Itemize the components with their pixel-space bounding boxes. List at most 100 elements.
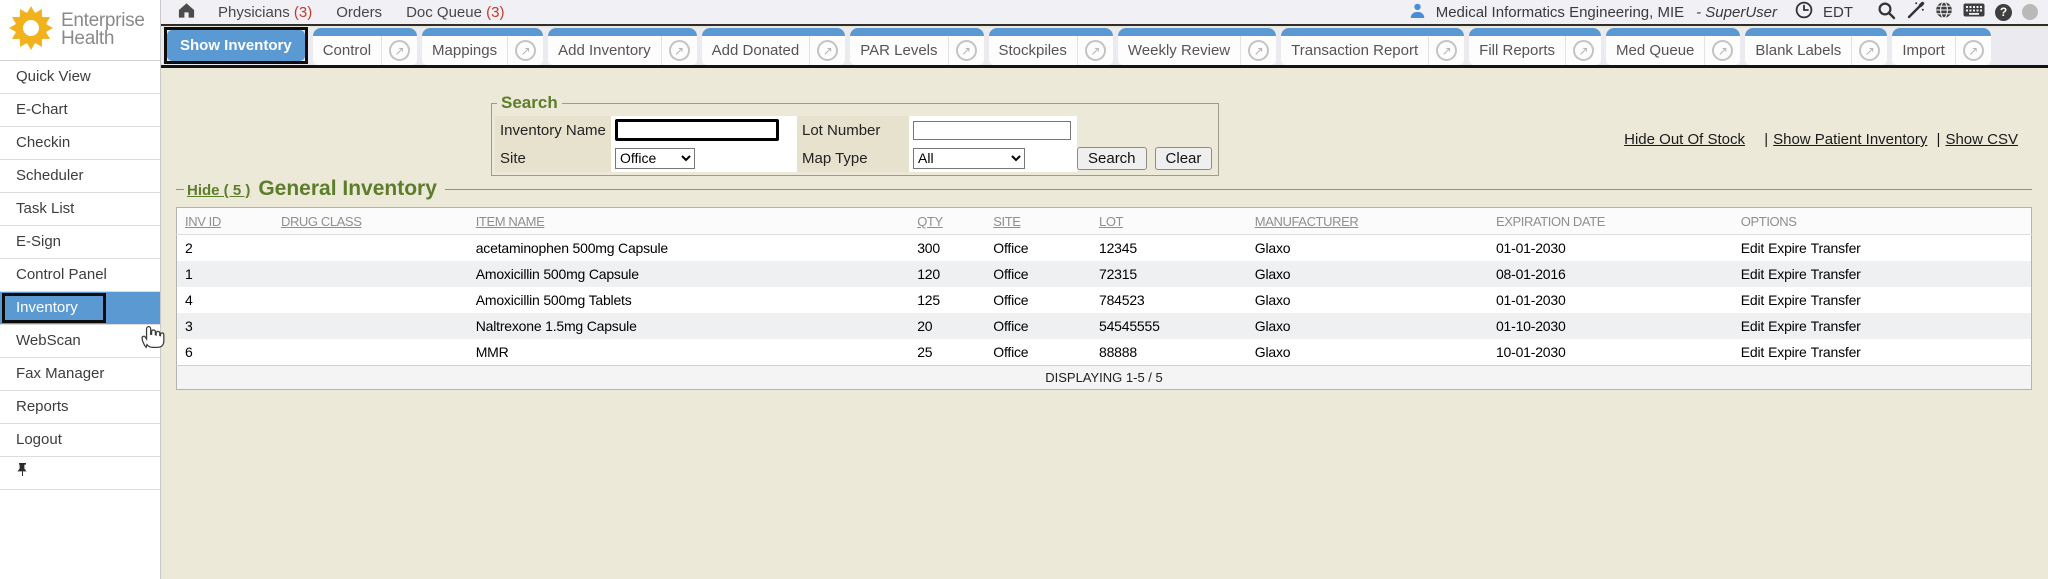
sidebar-item-inventory[interactable]: Inventory (0, 292, 160, 325)
help-icon[interactable] (1995, 4, 2012, 21)
sidebar-item-fax-manager[interactable]: Fax Manager (0, 358, 160, 391)
tab-label: Add Inventory (548, 42, 661, 59)
tab-help-button[interactable] (1240, 36, 1276, 65)
tab-mappings[interactable]: Mappings (422, 28, 543, 65)
tab-help-button[interactable] (1851, 36, 1887, 65)
edit-link[interactable]: Edit (1741, 240, 1764, 256)
hide-section-link[interactable]: Hide ( 5 ) (187, 182, 250, 199)
cell-item-name: acetaminophen 500mg Capsule (468, 235, 909, 262)
transfer-link[interactable]: Transfer (1811, 344, 1861, 360)
clear-button[interactable]: Clear (1155, 147, 1213, 170)
sidebar-item-e-sign[interactable]: E-Sign (0, 226, 160, 259)
nav-doc-queue[interactable]: Doc Queue (3) (406, 4, 504, 21)
home-icon[interactable] (177, 1, 196, 24)
tab-stockpiles[interactable]: Stockpiles (989, 28, 1113, 65)
tab-label: Import (1892, 42, 1955, 59)
inventory-name-input[interactable] (615, 119, 779, 141)
search-icon[interactable] (1877, 1, 1896, 24)
timezone-label[interactable]: EDT (1823, 4, 1853, 21)
edit-link[interactable]: Edit (1741, 292, 1764, 308)
tab-add-donated[interactable]: Add Donated (702, 28, 846, 65)
cell-lot: 72315 (1091, 261, 1247, 287)
wand-icon[interactable] (1906, 1, 1925, 24)
sidebar-item-e-chart[interactable]: E-Chart (0, 94, 160, 127)
cell-site: Office (985, 235, 1091, 262)
expire-link[interactable]: Expire (1768, 318, 1806, 334)
col-lot[interactable]: LOT (1091, 208, 1247, 235)
cell-lot: 784523 (1091, 287, 1247, 313)
tab-help-button[interactable] (1704, 36, 1740, 65)
cell-qty: 25 (909, 339, 985, 366)
tab-import[interactable]: Import (1892, 28, 1991, 65)
general-inventory-section: Hide ( 5 ) General Inventory INV ID DRUG… (176, 177, 2032, 390)
show-csv-link[interactable]: Show CSV (1945, 131, 2018, 148)
col-manufacturer[interactable]: MANUFACTURER (1247, 208, 1488, 235)
tab-transaction-report[interactable]: Transaction Report (1281, 28, 1464, 65)
sidebar-item-webscan[interactable]: WebScan (0, 325, 160, 358)
tab-help-button[interactable] (1565, 36, 1601, 65)
tab-help-button[interactable] (809, 36, 845, 65)
transfer-link[interactable]: Transfer (1811, 292, 1861, 308)
col-drug-class[interactable]: DRUG CLASS (273, 208, 468, 235)
tab-cap (1892, 28, 1991, 36)
lot-number-input[interactable] (913, 121, 1071, 140)
current-user[interactable]: Medical Informatics Engineering, MIE (1436, 4, 1684, 21)
tab-cap (1745, 28, 1887, 36)
user-role: - SuperUser (1696, 4, 1777, 21)
tab-help-button[interactable] (1428, 36, 1464, 65)
clock-icon[interactable] (1795, 1, 1813, 23)
map-type-select[interactable]: All (913, 148, 1025, 169)
search-button[interactable]: Search (1077, 147, 1147, 170)
tab-help-button[interactable] (948, 36, 984, 65)
col-qty[interactable]: QTY (909, 208, 985, 235)
tab-show-inventory[interactable]: Show Inventory (167, 30, 305, 61)
tab-label: Fill Reports (1469, 42, 1565, 59)
hide-out-of-stock-link[interactable]: Hide Out Of Stock (1624, 131, 1745, 148)
site-select[interactable]: Office (615, 148, 695, 169)
tab-weekly-review[interactable]: Weekly Review (1118, 28, 1276, 65)
expire-link[interactable]: Expire (1768, 266, 1806, 282)
col-inv-id[interactable]: INV ID (177, 208, 273, 235)
tab-help-button[interactable] (1955, 36, 1991, 65)
tab-control[interactable]: Control (313, 28, 417, 65)
tab-add-inventory[interactable]: Add Inventory (548, 28, 697, 65)
keyboard-icon[interactable] (1963, 2, 1985, 22)
sidebar-item-logout[interactable]: Logout (0, 424, 160, 457)
edit-link[interactable]: Edit (1741, 318, 1764, 334)
transfer-link[interactable]: Transfer (1811, 266, 1861, 282)
search-panel: Search Inventory Name Lot Number Site Of… (491, 93, 1219, 176)
transfer-link[interactable]: Transfer (1811, 318, 1861, 334)
sidebar-item-reports[interactable]: Reports (0, 391, 160, 424)
sidebar-item-control-panel[interactable]: Control Panel (0, 259, 160, 292)
expire-link[interactable]: Expire (1768, 240, 1806, 256)
expire-link[interactable]: Expire (1768, 292, 1806, 308)
globe-icon[interactable] (1935, 1, 1953, 23)
tab-par-levels[interactable]: PAR Levels (850, 28, 983, 65)
separator: | (1937, 131, 1941, 148)
edit-link[interactable]: Edit (1741, 344, 1764, 360)
show-patient-inventory-link[interactable]: Show Patient Inventory (1773, 131, 1927, 148)
sidebar-item-quick-view[interactable]: Quick View (0, 61, 160, 94)
sidebar-item-checkin[interactable]: Checkin (0, 127, 160, 160)
transfer-link[interactable]: Transfer (1811, 240, 1861, 256)
nav-physicians[interactable]: Physicians (3) (218, 4, 312, 21)
expire-link[interactable]: Expire (1768, 344, 1806, 360)
sidebar-item-scheduler[interactable]: Scheduler (0, 160, 160, 193)
tab-blank-labels[interactable]: Blank Labels (1745, 28, 1887, 65)
col-item-name[interactable]: ITEM NAME (468, 208, 909, 235)
edit-link[interactable]: Edit (1741, 266, 1764, 282)
nav-orders[interactable]: Orders (336, 4, 382, 21)
tab-help-button[interactable] (1077, 36, 1113, 65)
tab-help-button[interactable] (661, 36, 697, 65)
search-legend: Search (497, 93, 562, 113)
tab-help-button[interactable] (507, 36, 543, 65)
col-site[interactable]: SITE (985, 208, 1091, 235)
tab-med-queue[interactable]: Med Queue (1606, 28, 1740, 65)
tab-help-button[interactable] (381, 36, 417, 65)
external-help-icon (1859, 40, 1880, 61)
user-icon (1409, 2, 1426, 23)
tab-label: Add Donated (702, 42, 810, 59)
tab-fill-reports[interactable]: Fill Reports (1469, 28, 1601, 65)
sidebar-item-task-list[interactable]: Task List (0, 193, 160, 226)
sidebar-pin[interactable] (0, 457, 160, 490)
